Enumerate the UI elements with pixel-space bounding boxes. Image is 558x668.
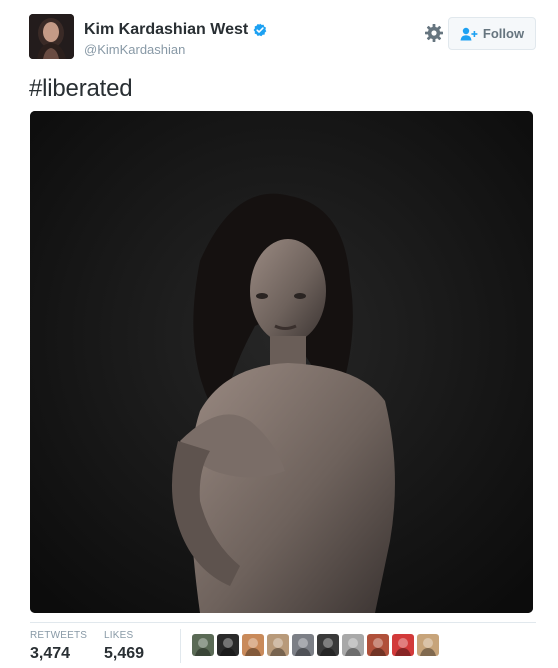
- author-full-name[interactable]: Kim Kardashian West: [84, 21, 248, 39]
- liker-avatar-7[interactable]: [342, 634, 364, 656]
- tweet-stats: RETWEETS 3,474 LIKES 5,469: [30, 622, 536, 668]
- retweets-count: 3,474: [30, 645, 71, 662]
- add-user-icon: [460, 27, 478, 41]
- liker-avatar-8[interactable]: [367, 634, 389, 656]
- liker-avatar-10[interactable]: [417, 634, 439, 656]
- follow-button[interactable]: Follow: [448, 17, 536, 50]
- liker-avatar-3[interactable]: [242, 634, 264, 656]
- verified-badge-icon: [253, 23, 267, 37]
- follow-button-label: Follow: [482, 26, 525, 41]
- author-username[interactable]: @KimKardashian: [84, 42, 376, 57]
- likes-count: 5,469: [104, 645, 145, 662]
- liker-avatar-4[interactable]: [267, 634, 289, 656]
- liker-avatars: [192, 634, 439, 656]
- tweet-card: Kim Kardashian West @KimKardashian Follo…: [0, 0, 558, 667]
- likes-label: LIKES: [104, 630, 134, 641]
- photo-image: [30, 111, 533, 613]
- liker-avatar-2[interactable]: [217, 634, 239, 656]
- tweet-header: Kim Kardashian West @KimKardashian Follo…: [29, 14, 536, 60]
- liker-avatar-9[interactable]: [392, 634, 414, 656]
- retweets-label: RETWEETS: [30, 630, 88, 641]
- likes-stat[interactable]: LIKES 5,469: [104, 630, 144, 663]
- retweets-stat[interactable]: RETWEETS 3,474: [30, 630, 87, 663]
- liker-avatar-1[interactable]: [192, 634, 214, 656]
- author-link[interactable]: Kim Kardashian West: [84, 21, 376, 39]
- author-names: Kim Kardashian West @KimKardashian: [84, 21, 376, 57]
- avatar-image: [29, 14, 74, 59]
- tweet-text[interactable]: #liberated: [29, 74, 133, 104]
- gear-icon[interactable]: [424, 23, 444, 43]
- stats-divider: [180, 629, 181, 663]
- liker-avatar-6[interactable]: [317, 634, 339, 656]
- liker-avatar-5[interactable]: [292, 634, 314, 656]
- tweet-photo[interactable]: [30, 111, 533, 613]
- profile-avatar[interactable]: [29, 14, 74, 59]
